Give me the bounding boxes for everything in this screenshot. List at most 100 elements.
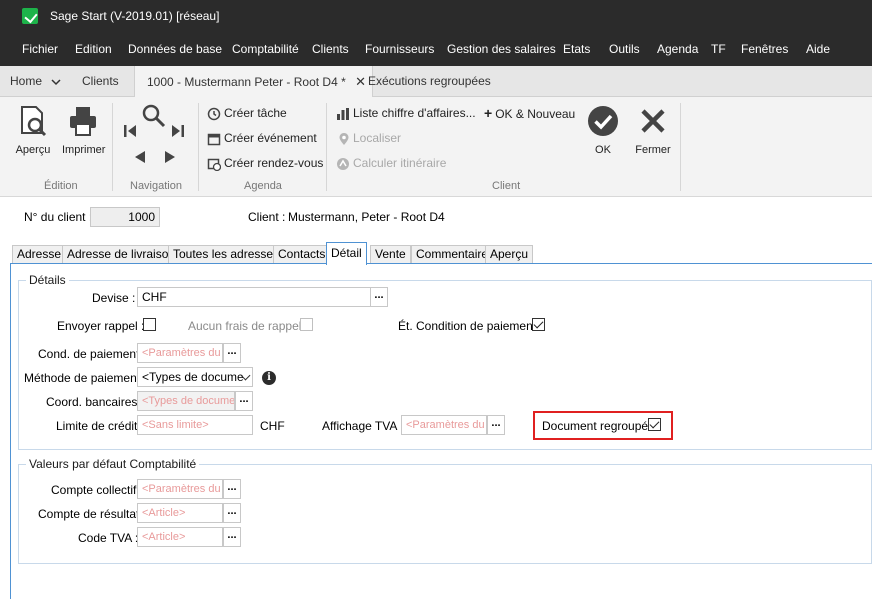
- menu-donnees-de-base[interactable]: Données de base: [128, 42, 222, 56]
- menu-outils[interactable]: Outils: [609, 42, 640, 56]
- menu-gestion-des-salaires[interactable]: Gestion des salaires: [447, 42, 556, 56]
- client-header: N° du client : 1000 Client : Mustermann,…: [0, 198, 872, 242]
- compte-collectif-input[interactable]: <Paramètres du d: [137, 479, 223, 499]
- tab-client-1000[interactable]: 1000 - Mustermann Peter - Root D4 * ✕: [134, 66, 374, 98]
- tab-executions-regroupees[interactable]: Exécutions regroupées: [368, 66, 491, 97]
- creer-tache-button[interactable]: Créer tâche: [207, 104, 287, 122]
- first-record-icon[interactable]: [122, 123, 138, 139]
- ok-nouveau-label: OK & Nouveau: [495, 107, 576, 121]
- menu-fournisseurs[interactable]: Fournisseurs: [365, 42, 434, 56]
- localiser-label: Localiser: [353, 131, 402, 145]
- ribbon-separator: [680, 103, 681, 191]
- ribbon-separator: [112, 103, 113, 191]
- methode-paiement-select[interactable]: <Types de docume: [137, 367, 253, 387]
- tab-home-label: Home: [10, 74, 43, 88]
- document-regroupe-checkbox[interactable]: [648, 418, 661, 431]
- compte-resultat-lookup-button[interactable]: ...: [223, 503, 241, 523]
- previous-record-icon[interactable]: [132, 149, 148, 165]
- coord-bancaires-lookup-button[interactable]: ...: [235, 391, 253, 411]
- liste-chiffre-affaires-button[interactable]: Liste chiffre d'affaires...: [336, 104, 476, 122]
- code-tva-input[interactable]: <Article>: [137, 527, 223, 547]
- route-icon: [337, 157, 349, 170]
- menu-comptabilite[interactable]: Comptabilité: [232, 42, 299, 56]
- tab-toutes-les-adresses[interactable]: Toutes les adresses: [168, 245, 285, 264]
- imprimer-label: Imprimer: [62, 144, 106, 156]
- menu-fenetres[interactable]: Fenêtres: [741, 42, 788, 56]
- ok-button[interactable]: OK: [584, 105, 622, 156]
- appointment-icon: [207, 158, 222, 171]
- localiser-button[interactable]: Localiser: [338, 129, 401, 147]
- menu-etats[interactable]: Etats: [563, 42, 590, 56]
- code-tva-lookup-button[interactable]: ...: [223, 527, 241, 547]
- methode-paiement-label: Méthode de paiement :: [24, 371, 147, 385]
- devise-label: Devise :: [92, 291, 136, 305]
- next-record-icon[interactable]: [162, 149, 178, 165]
- aucun-frais-checkbox[interactable]: [300, 318, 313, 331]
- devise-lookup-button[interactable]: ...: [370, 287, 388, 307]
- tab-adresse-de-livraison[interactable]: Adresse de livraison: [62, 245, 181, 264]
- chevron-down-icon[interactable]: [51, 78, 61, 86]
- search-icon[interactable]: [140, 103, 168, 129]
- cond-paiement-input[interactable]: <Paramètres du d: [137, 343, 223, 363]
- code-tva-label: Code TVA :: [78, 531, 139, 545]
- sage-logo-icon: [22, 8, 38, 24]
- tab-vente[interactable]: Vente: [370, 245, 411, 264]
- tab-contacts[interactable]: Contacts: [273, 245, 331, 264]
- menu-tf[interactable]: TF: [711, 42, 726, 56]
- apercu-button[interactable]: Aperçu: [14, 105, 52, 156]
- client-name-label: Client :: [248, 210, 286, 224]
- ribbon-separator: [326, 103, 327, 191]
- bar-chart-icon: [337, 107, 349, 120]
- group-navigation-label: Navigation: [130, 180, 182, 192]
- compte-collectif-label: Compte collectif :: [51, 483, 144, 497]
- fermer-button[interactable]: Fermer: [634, 105, 672, 156]
- printer-icon: [70, 107, 96, 136]
- close-x-icon: [641, 109, 665, 133]
- client-name-value: Mustermann, Peter - Root D4: [288, 210, 445, 224]
- tab-home[interactable]: Home: [10, 66, 61, 97]
- devise-input[interactable]: CHF: [137, 287, 371, 307]
- condition-paiement-checkbox[interactable]: [532, 318, 545, 331]
- tab-apercu[interactable]: Aperçu: [485, 245, 534, 264]
- group-client-label: Client: [492, 180, 521, 192]
- tab-clients[interactable]: Clients: [82, 66, 119, 97]
- limite-credit-label: Limite de crédit :: [56, 419, 145, 433]
- cond-paiement-label: Cond. de paiement :: [38, 347, 147, 361]
- task-clock-icon: [207, 107, 221, 121]
- affichage-tva-lookup-button[interactable]: ...: [487, 415, 505, 435]
- affichage-tva-input[interactable]: <Paramètres du d: [401, 415, 487, 435]
- group-agenda-label: Agenda: [244, 180, 282, 192]
- imprimer-button[interactable]: Imprimer: [62, 105, 106, 156]
- menu-agenda[interactable]: Agenda: [657, 42, 698, 56]
- creer-rendez-vous-label: Créer rendez-vous: [224, 156, 324, 170]
- menu-aide[interactable]: Aide: [806, 42, 830, 56]
- fermer-label: Fermer: [635, 144, 671, 156]
- compte-resultat-input[interactable]: <Article>: [137, 503, 223, 523]
- info-icon[interactable]: i: [262, 371, 276, 385]
- tab-detail[interactable]: Détail: [326, 242, 367, 265]
- document-tab-bar: Home Clients 1000 - Mustermann Peter - R…: [0, 66, 872, 98]
- compte-resultat-label: Compte de résultat :: [38, 507, 147, 521]
- client-number-field[interactable]: 1000: [90, 207, 160, 227]
- menu-edition[interactable]: Edition: [75, 42, 112, 56]
- creer-evenement-button[interactable]: Créer événement: [207, 129, 317, 147]
- affichage-tva-label: Affichage TVA :: [322, 419, 404, 433]
- envoyer-rappel-checkbox[interactable]: [143, 318, 156, 331]
- aucun-frais-label: Aucun frais de rappel :: [188, 319, 309, 333]
- cond-paiement-lookup-button[interactable]: ...: [223, 343, 241, 363]
- calculer-itineraire-button[interactable]: Calculer itinéraire: [336, 154, 446, 172]
- close-icon[interactable]: ✕: [355, 74, 366, 89]
- ok-nouveau-button[interactable]: + OK & Nouveau: [484, 104, 575, 122]
- document-regroupe-label: Document regroupé :: [542, 419, 655, 433]
- client-number-label: N° du client :: [24, 210, 93, 224]
- tab-commentaire[interactable]: Commentaire: [411, 245, 494, 264]
- compte-collectif-lookup-button[interactable]: ...: [223, 479, 241, 499]
- tab-adresse[interactable]: Adresse: [12, 245, 67, 264]
- coord-bancaires-label: Coord. bancaires :: [46, 395, 145, 409]
- last-record-icon[interactable]: [170, 123, 186, 139]
- coord-bancaires-input[interactable]: <Types de docume: [137, 391, 235, 411]
- limite-credit-input[interactable]: <Sans limite>: [137, 415, 253, 435]
- menu-clients[interactable]: Clients: [312, 42, 349, 56]
- menu-fichier[interactable]: Fichier: [22, 42, 58, 56]
- creer-rendez-vous-button[interactable]: Créer rendez-vous: [207, 154, 323, 172]
